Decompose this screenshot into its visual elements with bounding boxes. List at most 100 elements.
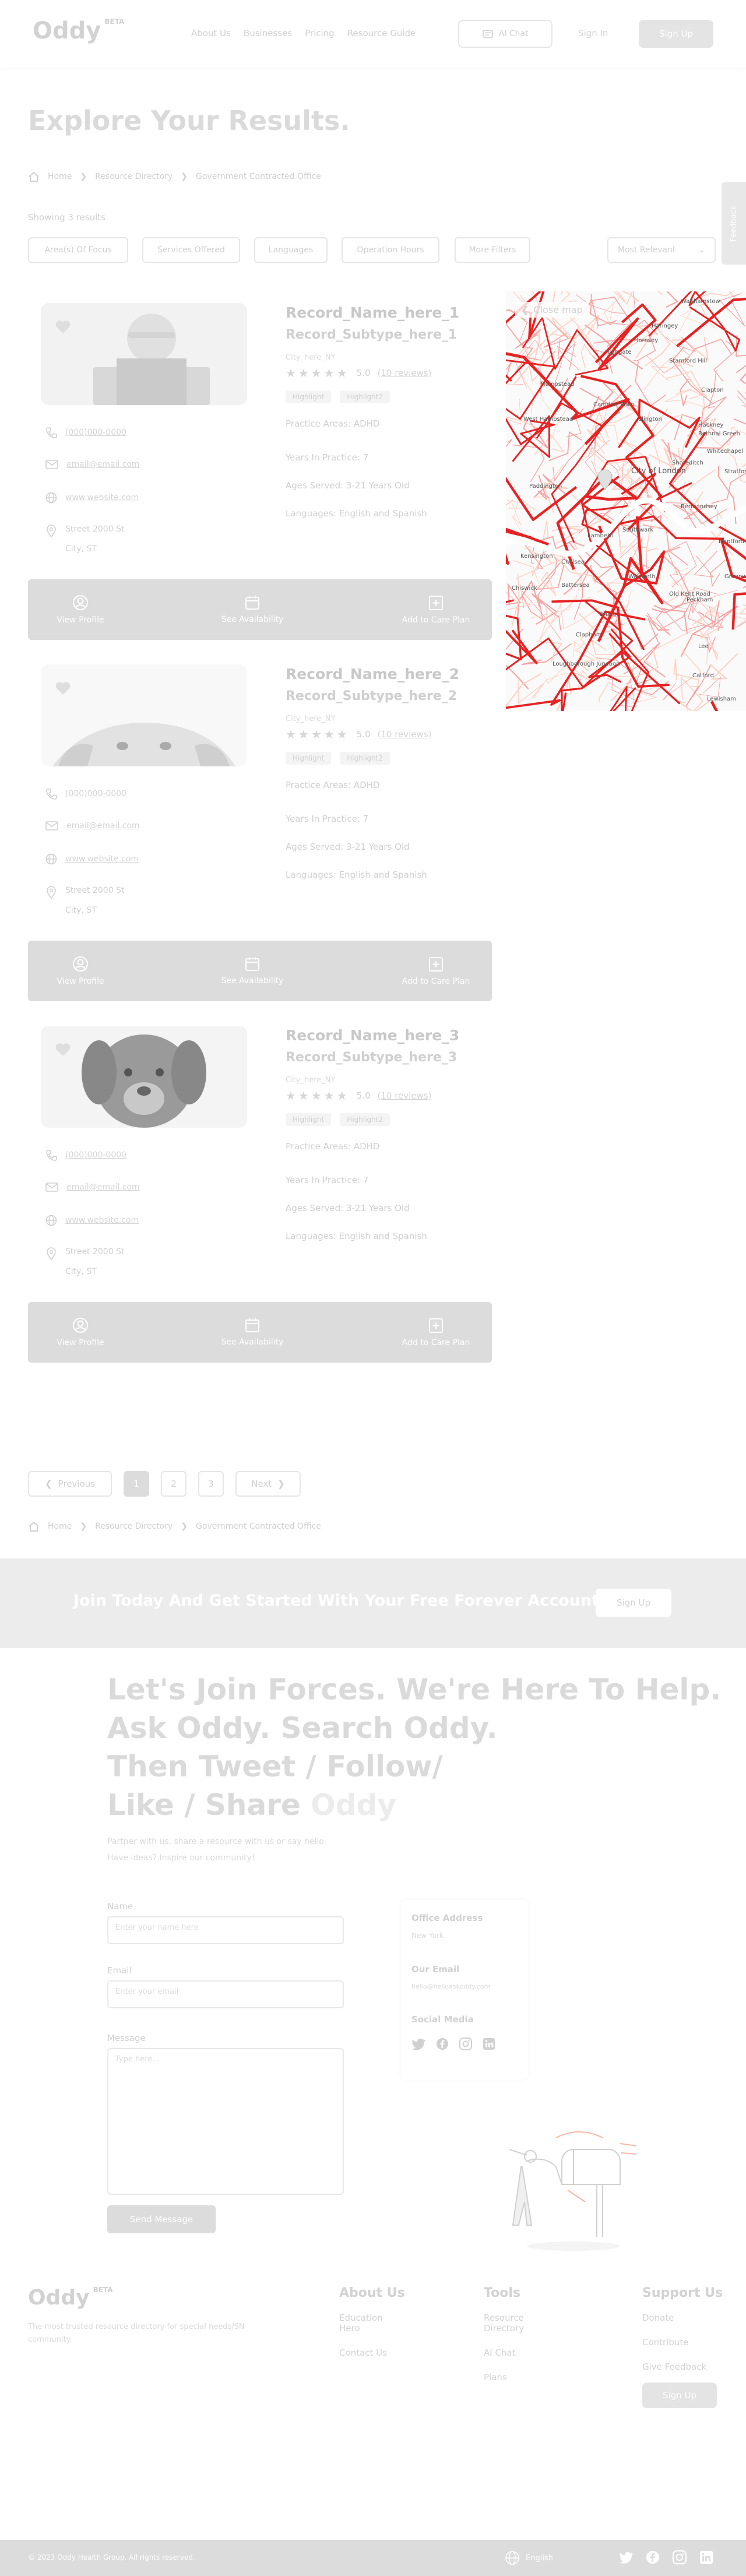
footer-link-resource-directory[interactable]: Resource Directory	[484, 2313, 542, 2334]
record-name[interactable]: Record_Name_here_3	[286, 1027, 459, 1044]
filter-operation-hours[interactable]: Operation Hours	[342, 237, 439, 263]
heart-icon[interactable]	[55, 1042, 71, 1057]
cta-sign-up-button[interactable]: Sign Up	[596, 1589, 671, 1617]
footer-link-ai-chat[interactable]: AI Chat	[484, 2348, 516, 2358]
add-to-care-plan-button[interactable]: Add to Care Plan	[389, 1302, 483, 1363]
reviews-link[interactable]: (10 reviews)	[378, 729, 432, 740]
pagination-previous[interactable]: ❮ Previous	[28, 1471, 112, 1497]
map-canvas[interactable]: Walthamstow Haringey HornseyHighgate Hampst…	[506, 291, 746, 711]
user-circle-icon	[73, 1318, 88, 1333]
add-to-care-plan-button[interactable]: Add to Care Plan	[389, 941, 483, 1001]
send-message-button[interactable]: Send Message	[107, 2205, 216, 2233]
map-label: Camden Town	[593, 402, 634, 408]
linkedin-icon[interactable]	[483, 2037, 495, 2050]
name-input[interactable]: Enter your name here	[107, 1916, 344, 1944]
location-pin-icon	[47, 1247, 56, 1260]
record-card: (000)000-0000 email@email.com www.websit…	[28, 291, 492, 647]
filter-services-offered[interactable]: Services Offered	[142, 237, 240, 263]
heart-icon[interactable]	[55, 681, 71, 696]
sign-in-link[interactable]: Sign In	[578, 28, 608, 38]
home-icon[interactable]	[28, 171, 40, 182]
facebook-icon[interactable]	[646, 2550, 660, 2564]
footer-link-plans[interactable]: Plans	[484, 2372, 507, 2383]
sort-select[interactable]: Most Relevant ⌄	[607, 237, 716, 263]
ai-chat-button[interactable]: AI Chat	[458, 20, 553, 48]
breadcrumb-resource-directory[interactable]: Resource Directory	[95, 172, 173, 181]
nav-about-us[interactable]: About Us	[191, 28, 231, 38]
linkedin-icon[interactable]	[699, 2550, 713, 2564]
breadcrumb-bottom: Home ❯ Resource Directory ❯ Government C…	[28, 1521, 321, 1532]
pagination-next[interactable]: Next ❯	[235, 1471, 301, 1497]
record-languages: Languages: English and Spanish	[286, 1231, 427, 1241]
twitter-icon[interactable]	[411, 2037, 425, 2050]
pagination-page-1[interactable]: 1	[124, 1471, 149, 1497]
view-profile-button[interactable]: View Profile	[45, 579, 115, 640]
breadcrumb-home[interactable]: Home	[48, 1522, 72, 1531]
pagination-page-3[interactable]: 3	[198, 1471, 224, 1497]
record-address: Street 2000 St City, ST	[45, 1247, 124, 1276]
map-panel[interactable]: Walthamstow Haringey Hornsey Highgate Hampst…	[506, 291, 746, 711]
contact-subtext: Partner with us, share a resource with u…	[107, 1837, 327, 1863]
cta-text: Join Today And Get Started With Your Fre…	[73, 1592, 607, 1610]
sign-up-button[interactable]: Sign Up	[639, 20, 713, 48]
instagram-icon[interactable]	[673, 2550, 687, 2564]
record-email[interactable]: email@email.com	[45, 821, 140, 831]
footer-logo[interactable]: Oddy BETA	[28, 2286, 113, 2310]
feedback-tab[interactable]: Feedback	[722, 182, 746, 265]
footer-tools-title: Tools	[484, 2286, 520, 2300]
see-availability-button[interactable]: See Availability	[209, 1302, 296, 1363]
filter-languages[interactable]: Languages	[254, 237, 328, 263]
see-availability-button[interactable]: See Availability	[209, 579, 296, 640]
record-phone[interactable]: (000)000-0000	[45, 788, 126, 800]
map-label: West Hampstead	[523, 416, 573, 423]
close-map-button[interactable]: ❮ Close map	[515, 302, 589, 318]
record-name[interactable]: Record_Name_here_2	[286, 666, 459, 682]
filter-more-filters[interactable]: More Filters	[455, 237, 530, 263]
language-selector[interactable]: English	[505, 2550, 553, 2566]
footer-link-education-hero[interactable]: Education Hero	[339, 2313, 397, 2334]
copyright: © 2023 Oddy Health Group. All rights res…	[28, 2553, 195, 2561]
pagination-page-2[interactable]: 2	[161, 1471, 186, 1497]
twitter-icon[interactable]	[618, 2550, 633, 2564]
footer-sign-up-button[interactable]: Sign Up	[642, 2383, 717, 2408]
home-icon[interactable]	[28, 1521, 40, 1532]
record-website[interactable]: www.website.com	[45, 1215, 139, 1226]
message-textarea[interactable]: Type here...	[107, 2048, 344, 2195]
record-phone[interactable]: (000)000-0000	[45, 427, 126, 438]
nav-resource-guide[interactable]: Resource Guide	[347, 28, 416, 38]
record-email[interactable]: email@email.com	[45, 1182, 140, 1192]
view-profile-button[interactable]: View Profile	[45, 1302, 115, 1363]
footer-link-give-feedback[interactable]: Give Feedback	[642, 2362, 706, 2372]
map-label: City of London	[631, 467, 686, 476]
breadcrumb-home[interactable]: Home	[48, 172, 72, 181]
see-availability-button[interactable]: See Availability	[209, 941, 296, 1001]
globe-icon	[505, 2551, 519, 2565]
facebook-icon[interactable]	[436, 2037, 449, 2050]
nav-businesses[interactable]: Businesses	[244, 28, 292, 38]
record-name[interactable]: Record_Name_here_1	[286, 304, 459, 321]
map-label: Deptford	[719, 539, 744, 545]
email-input[interactable]: Enter your email	[107, 1980, 344, 2008]
record-website[interactable]: www.website.com	[45, 853, 139, 865]
nav-pricing[interactable]: Pricing	[305, 28, 335, 38]
map-label: Peckham	[687, 597, 713, 603]
record-email[interactable]: email@email.com	[45, 459, 140, 470]
record-website[interactable]: www.website.com	[45, 492, 139, 504]
header-logo[interactable]: Oddy BETA	[33, 17, 124, 44]
phone-icon	[46, 427, 57, 438]
filter-areas-of-focus[interactable]: Area(s) Of Focus	[28, 237, 128, 263]
map-label: Battersea	[561, 582, 590, 589]
record-address: Street 2000 St City, ST	[45, 525, 124, 554]
add-to-care-plan-button[interactable]: Add to Care Plan	[389, 579, 483, 640]
heart-icon[interactable]	[55, 319, 71, 335]
instagram-icon[interactable]	[459, 2037, 472, 2050]
reviews-link[interactable]: (10 reviews)	[378, 368, 432, 378]
record-phone[interactable]: (000)000-0000	[45, 1149, 126, 1161]
reviews-link[interactable]: (10 reviews)	[378, 1090, 432, 1101]
footer-link-contribute[interactable]: Contribute	[642, 2337, 689, 2348]
breadcrumb-resource-directory[interactable]: Resource Directory	[95, 1522, 173, 1531]
mail-icon	[45, 821, 58, 830]
footer-link-donate[interactable]: Donate	[642, 2313, 674, 2323]
footer-link-contact-us[interactable]: Contact Us	[339, 2348, 387, 2358]
view-profile-button[interactable]: View Profile	[45, 941, 115, 1001]
